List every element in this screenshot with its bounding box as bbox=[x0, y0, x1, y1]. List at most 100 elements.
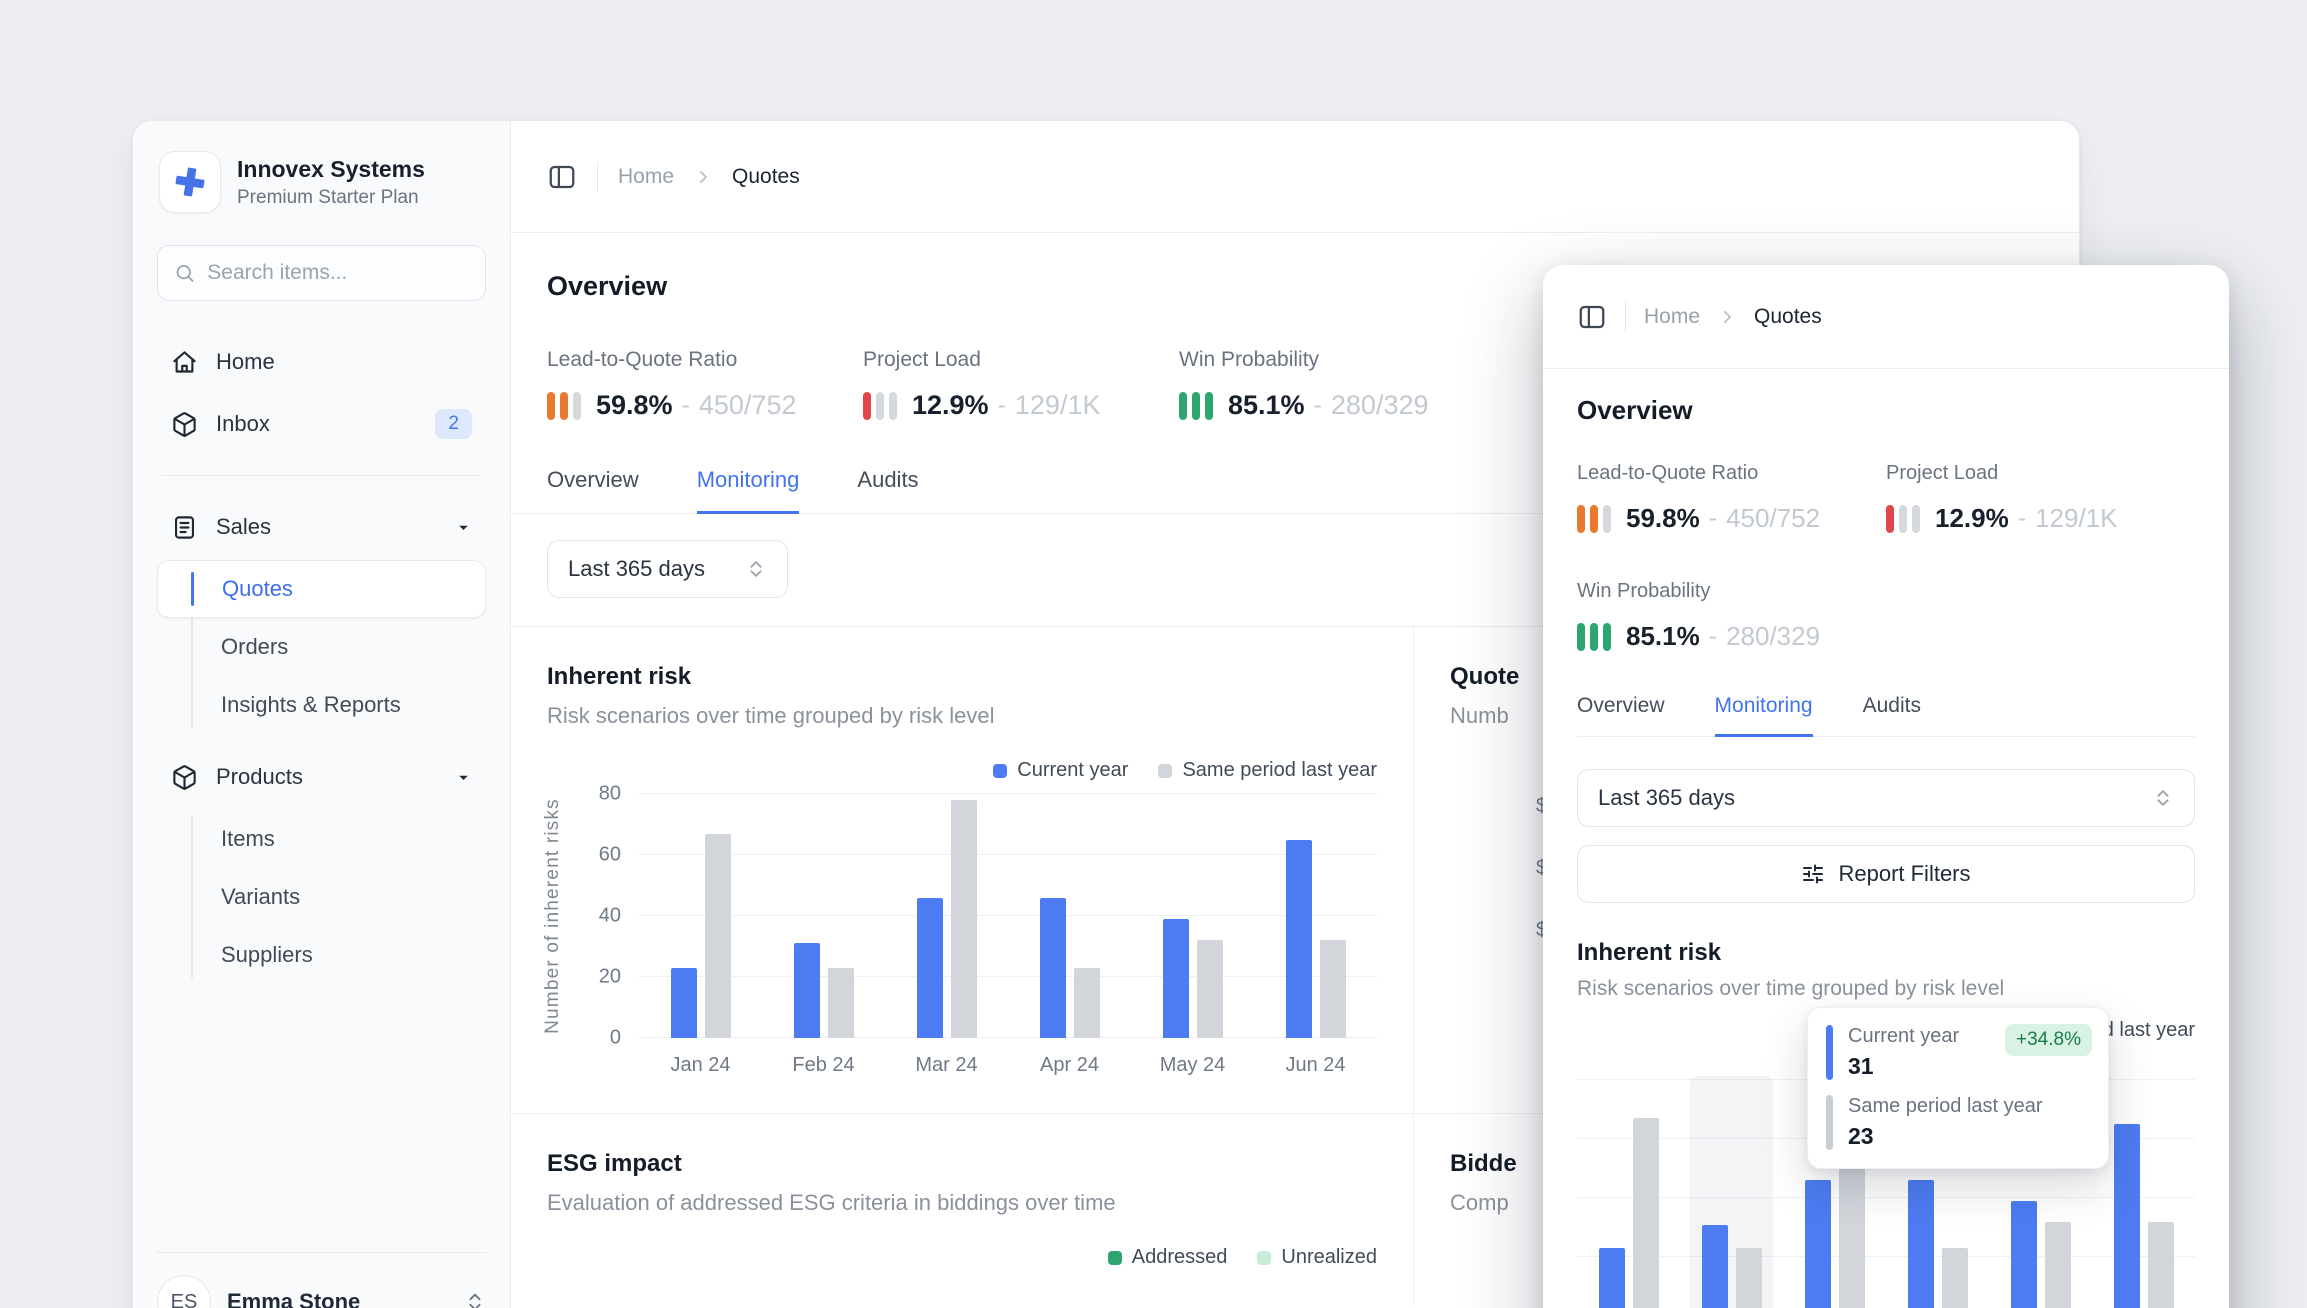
bar-group-feb-24[interactable] bbox=[1680, 1080, 1783, 1308]
kpi-indicator-bars bbox=[863, 391, 897, 420]
sidebar-item-inbox[interactable]: Inbox 2 bbox=[157, 393, 486, 455]
sidebar-toggle-icon[interactable] bbox=[547, 162, 577, 192]
kpi-dash: - bbox=[681, 391, 690, 419]
bar-current-year bbox=[1598, 1248, 1625, 1308]
tooltip-series-indicator bbox=[1826, 1095, 1833, 1150]
kpi-label: Win Probability bbox=[1577, 580, 1711, 602]
tooltip-row: Same period last year 23 bbox=[1826, 1095, 2090, 1150]
tab-audits[interactable]: Audits bbox=[1863, 694, 1921, 737]
bar-group-apr-24[interactable] bbox=[1008, 794, 1131, 1038]
chevron-up-down-icon bbox=[745, 558, 767, 580]
y-tick-label: 80 bbox=[598, 782, 621, 805]
kpi-dash: - bbox=[1313, 391, 1322, 419]
kpi-dash: - bbox=[2017, 504, 2027, 532]
sidebar-item-variants[interactable]: Variants bbox=[157, 868, 486, 926]
indicator-bar bbox=[1179, 391, 1187, 420]
kpi-detail: 129/1K bbox=[1014, 390, 1101, 420]
bar-same-period-last-year bbox=[1735, 1248, 1762, 1308]
bar-same-period-last-year bbox=[827, 967, 854, 1038]
indicator-bar bbox=[1577, 622, 1585, 651]
indicator-bar bbox=[1886, 504, 1894, 533]
breadcrumb-home[interactable]: Home bbox=[1644, 305, 1700, 329]
sidebar-toggle-icon[interactable] bbox=[1577, 302, 1607, 332]
chevron-up-down-icon bbox=[464, 1291, 486, 1308]
legend-swatch bbox=[1257, 1250, 1272, 1265]
tab-monitoring[interactable]: Monitoring bbox=[1714, 694, 1813, 737]
kpi-value: 59.8% bbox=[1626, 503, 1700, 533]
y-tick-label: 40 bbox=[598, 904, 621, 927]
sidebar-item-orders[interactable]: Orders bbox=[157, 618, 486, 676]
period-select-value: Last 365 days bbox=[568, 556, 705, 581]
kpi-label: Lead-to-Quote Ratio bbox=[1577, 462, 1759, 484]
kpi-value-row: 59.8% -450/752 bbox=[547, 390, 863, 421]
sidebar-group-products[interactable]: Products bbox=[157, 746, 486, 808]
kpi-detail: 450/752 bbox=[1726, 503, 1821, 533]
org-logo bbox=[159, 151, 221, 213]
sidebar-sublist: Items Variants Suppliers bbox=[157, 810, 486, 984]
org-switcher[interactable]: Innovex Systems Premium Starter Plan bbox=[157, 147, 486, 217]
bar-current-year bbox=[2010, 1200, 2037, 1308]
tooltip-series-indicator bbox=[1826, 1025, 1833, 1080]
sidebar-search[interactable] bbox=[157, 245, 486, 301]
sidebar-item-items[interactable]: Items bbox=[157, 810, 486, 868]
x-tick-label: Jan 24 bbox=[670, 1054, 731, 1076]
indicator-bar bbox=[1590, 622, 1598, 651]
tab-overview[interactable]: Overview bbox=[1577, 694, 1665, 737]
chart-tooltip: Current year 31 Same period last year 23 +3… bbox=[1807, 1007, 2109, 1169]
sliders-icon bbox=[1801, 862, 1825, 886]
kpi-project-load: Project Load 12.9% -129/1K bbox=[1886, 462, 2195, 534]
tooltip-series-label: Same period last year bbox=[1848, 1095, 2043, 1117]
bar-group-may-24[interactable] bbox=[1131, 794, 1254, 1038]
kpi-grid: Lead-to-Quote Ratio 59.8% -450/752 Project … bbox=[1577, 462, 2195, 652]
org-name: Innovex Systems bbox=[237, 155, 425, 182]
kpi-value: 85.1% bbox=[1626, 621, 1700, 651]
indicator-bar bbox=[1603, 622, 1611, 651]
kpi-value-row: 12.9% -129/1K bbox=[1886, 503, 2195, 534]
search-input[interactable] bbox=[207, 261, 469, 285]
y-axis-label: Number of quotes / Deal size ($) bbox=[1440, 777, 1606, 1093]
period-select[interactable]: Last 365 days bbox=[1577, 769, 2195, 827]
legend-item-addressed: Addressed bbox=[1107, 1246, 1227, 1269]
tab-overview[interactable]: Overview bbox=[547, 467, 639, 514]
sidebar-group-sales[interactable]: Sales bbox=[157, 496, 486, 558]
indicator-bar bbox=[1577, 504, 1585, 533]
tab-monitoring[interactable]: Monitoring bbox=[696, 467, 800, 514]
kpi-detail: 129/1K bbox=[2035, 503, 2118, 533]
package-icon bbox=[171, 764, 198, 791]
user-menu[interactable]: ES Emma Stone bbox=[157, 1252, 486, 1308]
bar-current-year bbox=[670, 967, 697, 1038]
sidebar-item-insights-reports[interactable]: Insights & Reports bbox=[157, 676, 486, 734]
chevron-down-icon bbox=[455, 519, 472, 536]
bar-group-jun-24[interactable] bbox=[1254, 794, 1377, 1038]
bar-group-jan-24[interactable] bbox=[639, 794, 762, 1038]
kpi-detail: 280/329 bbox=[1726, 621, 1821, 651]
divider bbox=[1625, 301, 1626, 332]
sidebar-item-label: Inbox bbox=[216, 411, 270, 436]
bar-group-mar-24[interactable] bbox=[885, 794, 1008, 1038]
sidebar-item-suppliers[interactable]: Suppliers bbox=[157, 926, 486, 984]
kpi-value: 12.9% bbox=[1935, 503, 2009, 533]
sidebar-item-quotes[interactable]: Quotes bbox=[157, 560, 486, 618]
kpi-value-row: 85.1% -280/329 bbox=[1577, 621, 1886, 652]
breadcrumb-home[interactable]: Home bbox=[618, 165, 674, 189]
bar-group-feb-24[interactable] bbox=[762, 794, 885, 1038]
sidebar: Innovex Systems Premium Starter Plan Hom… bbox=[133, 121, 511, 1308]
inherent-risk-card: Inherent risk Risk scenarios over time g… bbox=[1577, 939, 2195, 1308]
report-filters-button[interactable]: Report Filters bbox=[1577, 845, 2195, 903]
chart-legend: Current year Same period last year bbox=[547, 759, 1377, 782]
kpi-dash: - bbox=[997, 391, 1006, 419]
chart-subtitle: Risk scenarios over time grouped by risk… bbox=[547, 703, 995, 728]
tab-audits[interactable]: Audits bbox=[857, 467, 918, 514]
sidebar-item-home[interactable]: Home bbox=[157, 331, 486, 393]
breadcrumb-current: Quotes bbox=[732, 164, 800, 188]
bar-group-jan-24[interactable] bbox=[1577, 1080, 1680, 1308]
tooltip-series-value: 23 bbox=[1848, 1123, 1874, 1149]
tab-bar: Overview Monitoring Audits bbox=[1577, 694, 2195, 737]
kpi-indicator-bars bbox=[1179, 391, 1213, 420]
kpi-dash: - bbox=[1708, 504, 1718, 532]
legend-item-current-year: Current year bbox=[993, 759, 1128, 782]
bar-current-year bbox=[916, 897, 943, 1038]
legend-label: Unrealized bbox=[1281, 1246, 1377, 1268]
x-tick-label: Apr 24 bbox=[1040, 1054, 1099, 1076]
period-select[interactable]: Last 365 days bbox=[547, 540, 788, 598]
